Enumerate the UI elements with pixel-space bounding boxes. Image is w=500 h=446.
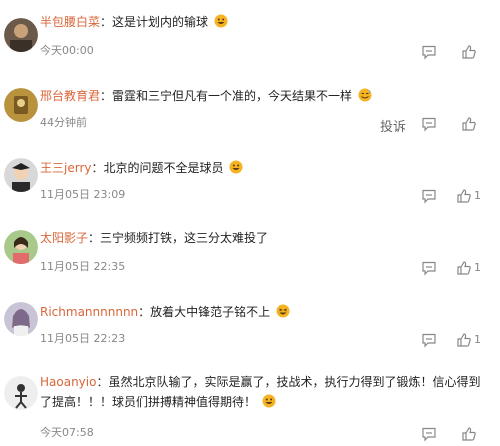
thumbs-up-icon[interactable] [461,116,477,132]
separator: ： [138,305,151,319]
separator: ： [100,89,113,103]
comment-line: 半包腰白菜：这是计划内的输球 [40,14,490,30]
username[interactable]: 半包腰白菜 [40,15,100,29]
reply-icon[interactable] [421,116,437,132]
timestamp: 44分钟前 [40,116,87,129]
report-button[interactable]: 投诉 [380,116,406,135]
avatar[interactable] [4,230,38,264]
thumbs-up-icon[interactable] [456,332,472,348]
username[interactable]: 王三jerry [40,161,91,175]
comment-line: 王三jerry：北京的问题不全是球员 [40,160,490,176]
sweat-smile-emoji-icon [358,88,372,102]
username[interactable]: 邢台教育君 [40,89,100,103]
avatar[interactable] [4,18,38,52]
reply-icon[interactable] [421,44,437,60]
avatar[interactable] [4,376,38,410]
grin-emoji-icon [229,160,243,174]
thumbs-up-icon[interactable] [456,188,472,204]
grin-emoji-icon [262,394,276,408]
separator: ： [91,161,104,175]
comment-line: 邢台教育君：雷霆和三宁但凡有一个准的，今天结果不一样 [40,88,490,104]
timestamp: 今天00:00 [40,44,94,57]
separator: ： [88,231,101,245]
comment-text: 这是计划内的输球 [112,15,209,29]
like-count: 1 [474,261,481,274]
comment-line: 太阳影子：三宁频频打铁，这三分太难投了 [40,230,490,246]
avatar[interactable] [4,88,38,122]
username[interactable]: Haoanyio [40,375,96,389]
laugh-emoji-icon [276,304,290,318]
username[interactable]: 太阳影子 [40,231,88,245]
reply-icon[interactable] [421,332,437,348]
comment-text: 雷霆和三宁但凡有一个准的，今天结果不一样 [112,89,353,103]
like-count: 1 [474,189,481,202]
thumbs-up-icon[interactable] [461,44,477,60]
reply-icon[interactable] [421,260,437,276]
timestamp: 今天07:58 [40,426,94,439]
avatar[interactable] [4,302,38,336]
timestamp: 11月05日 22:23 [40,332,126,345]
timestamp: 11月05日 23:09 [40,188,126,201]
comment-line: Haoanyio：虽然北京队输了，实际是赢了，技战术，执行力得到了锻炼！信心得到… [40,372,490,412]
timestamp: 11月05日 22:35 [40,260,126,273]
reply-icon[interactable] [421,188,437,204]
avatar[interactable] [4,158,38,192]
separator: ： [96,375,109,389]
separator: ： [100,15,113,29]
thumbs-up-icon[interactable] [456,260,472,276]
comment-line: Richmannnnnnn：放着大中锋范子铭不上 [40,304,490,320]
grin-emoji-icon [214,14,228,28]
like-count: 1 [474,333,481,346]
comment-text: 北京的问题不全是球员 [103,161,224,175]
comment-text: 三宁频频打铁，这三分太难投了 [100,231,269,245]
comment-text: 放着大中锋范子铭不上 [150,305,271,319]
username[interactable]: Richmannnnnnn [40,305,138,319]
